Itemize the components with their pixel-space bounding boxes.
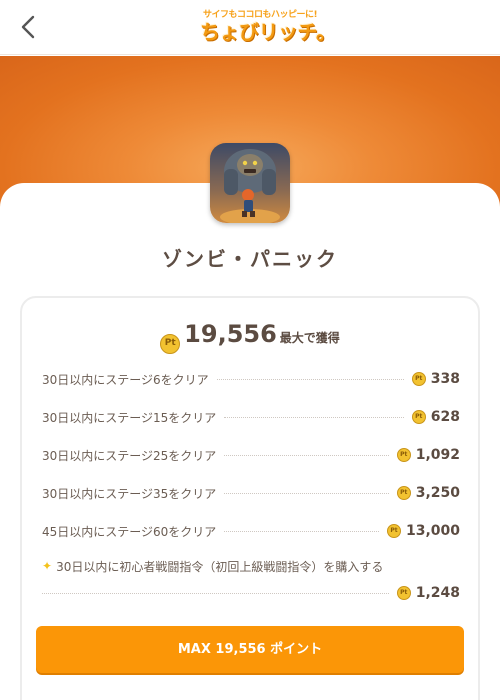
point-coin-icon: Pt xyxy=(396,586,411,600)
point-coin-icon: Pt xyxy=(396,486,411,500)
sparkle-icon: ✦ xyxy=(42,559,53,573)
condition-label: 30日以内にステージ15をクリア xyxy=(42,410,217,425)
condition-row: 30日以内にステージ15をクリア Pt 628 xyxy=(42,407,460,427)
point-coin-icon: Pt xyxy=(396,448,411,462)
special-condition-points: 1,248 xyxy=(415,585,460,601)
special-condition-label: 30日以内に初心者戦闘指令（初回上級戦闘指令）を購入する xyxy=(56,559,384,574)
app-title: ゾンビ・パニック xyxy=(162,247,338,271)
chevron-left-icon xyxy=(21,15,35,39)
condition-row: 30日以内にステージ35をクリア Pt 3,250 xyxy=(42,483,460,503)
point-coin-icon: Pt xyxy=(411,372,426,386)
app-icon xyxy=(210,143,290,223)
dotted-leader xyxy=(224,416,404,418)
top-header: サイフもココロもハッピーに! ちょびリッチ。 xyxy=(0,0,500,55)
total-points-value: 19,556 xyxy=(184,320,277,348)
condition-points: 338 xyxy=(430,371,460,387)
condition-row: 30日以内にステージ25をクリア Pt 1,092 xyxy=(42,445,460,465)
dotted-leader xyxy=(224,454,389,456)
condition-label: 30日以内にステージ35をクリア xyxy=(42,486,217,501)
dotted-leader xyxy=(224,530,379,532)
condition-label: 45日以内にステージ60をクリア xyxy=(42,524,217,539)
point-coin-icon: Pt xyxy=(160,334,181,354)
logo-wordmark: ちょびリッチ。 xyxy=(200,20,336,44)
condition-row: 45日以内にステージ60をクリア Pt 13,000 xyxy=(42,521,460,541)
condition-label: 30日以内にステージ25をクリア xyxy=(42,448,217,463)
point-coin-icon: Pt xyxy=(411,410,426,424)
dotted-leader xyxy=(224,492,389,494)
special-condition: ✦ 30日以内に初心者戦闘指令（初回上級戦闘指令）を購入する xyxy=(42,557,460,575)
special-condition-points-row: Pt 1,248 xyxy=(42,583,460,603)
dotted-leader xyxy=(216,378,404,380)
total-points: Pt 19,556 最大で獲得 xyxy=(22,320,478,354)
condition-row: 30日以内にステージ6をクリア Pt 338 xyxy=(42,369,460,389)
condition-points: 1,092 xyxy=(415,447,460,463)
back-button[interactable] xyxy=(14,12,44,42)
condition-points: 3,250 xyxy=(415,485,460,501)
total-points-suffix: 最大で獲得 xyxy=(279,331,340,345)
point-coin-icon: Pt xyxy=(386,524,401,538)
max-points-button[interactable]: MAX 19,556 ポイント xyxy=(36,626,464,673)
condition-label: 30日以内にステージ6をクリア xyxy=(42,372,209,387)
logo-tagline: サイフもココロもハッピーに! xyxy=(202,10,318,20)
chobirich-logo[interactable]: サイフもココロもハッピーに! ちょびリッチ。 xyxy=(200,10,336,44)
condition-points: 628 xyxy=(430,409,460,425)
dotted-leader xyxy=(42,592,389,594)
condition-points: 13,000 xyxy=(405,523,460,539)
